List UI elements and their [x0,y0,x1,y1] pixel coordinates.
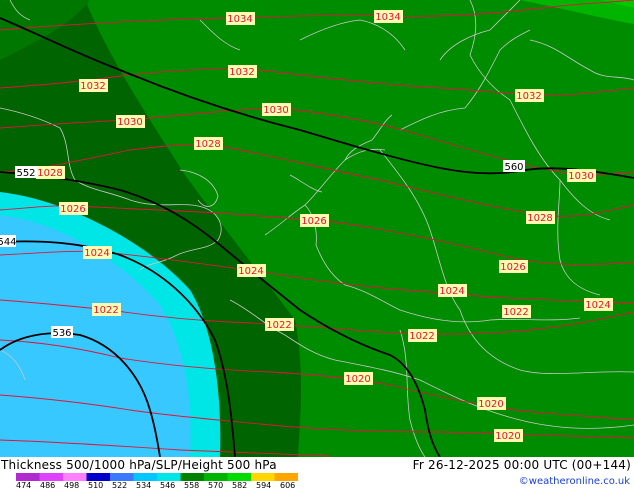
isobar-label: 1028 [526,211,555,224]
valid-datetime: Fr 26-12-2025 00:00 UTC (00+144) [412,458,631,472]
isobar-label: 1032 [228,65,257,78]
height-label: 544 [0,235,17,248]
svg-text:1024: 1024 [84,248,109,259]
colorbar-segment [204,473,228,481]
colorbar-segment [180,473,205,481]
colorbar-tick-label: 534 [136,481,152,490]
colorbar-tick-label: 498 [64,481,80,490]
isobar-label: 1024 [83,246,112,259]
svg-text:1022: 1022 [409,331,434,342]
isobar-label: 1024 [237,264,266,277]
svg-text:1028: 1028 [527,213,552,224]
isobar-label: 1034 [226,12,255,25]
svg-text:1020: 1020 [345,374,370,385]
svg-text:1024: 1024 [439,286,464,297]
colorbar-segment [110,473,134,481]
isobar-label: 1022 [265,318,294,331]
svg-text:1022: 1022 [93,305,118,316]
colorbar-tick-label: 474 [16,481,32,490]
isobar-label: 1022 [408,329,437,342]
colorbar-tick-label: 582 [232,481,248,490]
isobar-label: 1032 [515,89,544,102]
colorbar-tick-label: 510 [88,481,104,490]
colorbar-ticks: 474 486 498 510 522 534 546 558 570 582 594 606 [16,481,316,490]
weather-map: 1034 1034 1032 1032 1032 1030 1030 1030 … [0,0,634,457]
chart-title: Thickness 500/1000 hPa/SLP/Height 500 hP… [1,458,277,472]
isobar-label: 1022 [92,303,121,316]
svg-text:1024: 1024 [238,266,263,277]
credit-link[interactable]: ©weatheronline.co.uk [519,476,630,487]
isobar-label: 1026 [59,202,88,215]
svg-text:1028: 1028 [195,139,220,150]
svg-text:1030: 1030 [263,105,288,116]
colorbar-segment [227,473,252,481]
svg-text:1032: 1032 [516,91,541,102]
isobar-label: 1030 [567,169,596,182]
svg-text:1026: 1026 [301,216,326,227]
legend-footer: Thickness 500/1000 hPa/SLP/Height 500 hP… [0,457,634,490]
colorbar-segment [16,473,40,481]
isobar-label: 1020 [494,429,523,442]
isobar-label: 1020 [344,372,373,385]
colorbar [16,473,298,481]
svg-text:1032: 1032 [229,67,254,78]
isobar-label: 1026 [300,214,329,227]
isobar-label: 1024 [438,284,467,297]
svg-text:544: 544 [0,237,17,248]
colorbar-tick-label: 522 [112,481,128,490]
isobar-label: 1028 [194,137,223,150]
svg-text:1030: 1030 [117,117,142,128]
svg-text:1026: 1026 [500,262,525,273]
svg-text:1026: 1026 [60,204,85,215]
colorbar-tick-label: 486 [40,481,56,490]
svg-text:560: 560 [504,162,523,173]
svg-text:1032: 1032 [80,81,105,92]
colorbar-tick-label: 558 [184,481,200,490]
svg-text:1020: 1020 [495,431,520,442]
svg-text:1020: 1020 [478,399,503,410]
svg-text:1034: 1034 [227,14,252,25]
svg-text:1024: 1024 [585,300,610,311]
height-label: 552 [15,166,37,179]
colorbar-tick-label: 546 [160,481,176,490]
isobar-label: 1022 [502,305,531,318]
colorbar-segment [274,473,298,481]
isobar-label: 1020 [477,397,506,410]
colorbar-tick-label: 570 [208,481,224,490]
colorbar-segment [251,473,275,481]
isobar-label: 1028 [36,166,65,179]
colorbar-tick-label: 594 [256,481,272,490]
height-label: 560 [503,160,525,173]
height-label: 536 [51,326,73,339]
svg-text:1022: 1022 [503,307,528,318]
isobar-label: 1026 [499,260,528,273]
isobar-label: 1034 [374,10,403,23]
svg-text:1030: 1030 [568,171,593,182]
svg-text:1028: 1028 [37,168,62,179]
colorbar-segment [63,473,87,481]
svg-text:552: 552 [16,168,35,179]
colorbar-tick-label: 606 [280,481,296,490]
isobar-label: 1032 [79,79,108,92]
colorbar-segment [39,473,64,481]
isobar-label: 1024 [584,298,613,311]
svg-text:536: 536 [52,328,71,339]
colorbar-segment [86,473,111,481]
svg-text:1022: 1022 [266,320,291,331]
svg-text:1034: 1034 [375,12,400,23]
colorbar-segment [133,473,158,481]
isobar-label: 1030 [262,103,291,116]
isobar-label: 1030 [116,115,145,128]
colorbar-segment [157,473,181,481]
